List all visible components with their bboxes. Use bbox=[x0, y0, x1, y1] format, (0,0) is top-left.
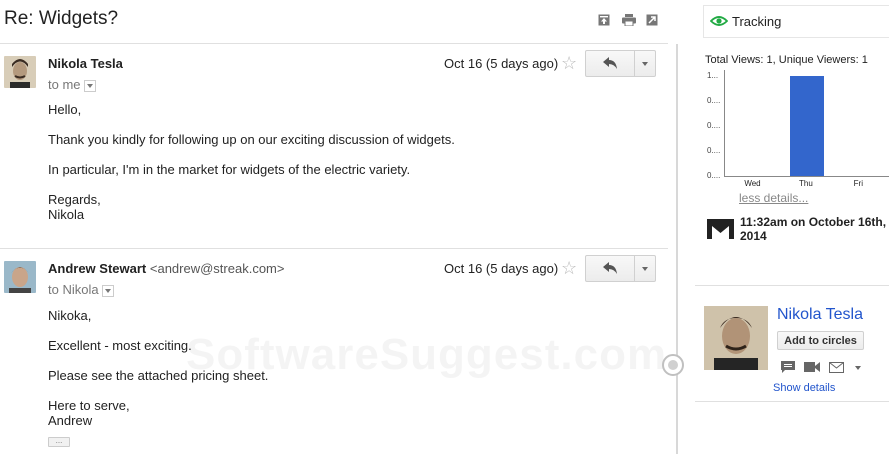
popout-icon[interactable] bbox=[646, 14, 658, 26]
eye-icon bbox=[710, 16, 728, 26]
avatar bbox=[4, 56, 36, 88]
add-to-circles-button[interactable]: Add to circles bbox=[777, 331, 864, 350]
recipient-line[interactable]: to Nikola bbox=[48, 282, 114, 297]
body-line: Andrew bbox=[48, 413, 93, 428]
body-line: Nikoka, bbox=[48, 308, 92, 323]
sender-line: Andrew Stewart <andrew@streak.com> bbox=[48, 261, 284, 276]
chart-bar bbox=[790, 76, 824, 176]
reply-separator bbox=[634, 256, 635, 281]
details-dropdown-icon[interactable] bbox=[101, 284, 114, 297]
y-tick-label: 0.... bbox=[707, 146, 721, 155]
message-date: Oct 16 (5 days ago) bbox=[444, 56, 559, 71]
chat-icon[interactable] bbox=[781, 361, 795, 373]
recipient-text: to me bbox=[48, 77, 81, 92]
x-tick-label: Thu bbox=[799, 179, 813, 188]
header-divider bbox=[0, 43, 668, 44]
body-line: Regards, bbox=[48, 192, 101, 207]
body-line: Here to serve, bbox=[48, 398, 130, 413]
print-icon[interactable] bbox=[622, 14, 636, 26]
reply-button[interactable] bbox=[585, 255, 656, 282]
gmail-icon bbox=[707, 219, 734, 239]
reply-button[interactable] bbox=[585, 50, 656, 77]
reply-icon bbox=[603, 57, 617, 69]
details-dropdown-icon[interactable] bbox=[83, 79, 96, 92]
tracking-tab[interactable] bbox=[703, 5, 889, 38]
open-timestamp: 11:32am on October 16th, 2014 bbox=[740, 215, 887, 243]
show-details-link[interactable]: Show details bbox=[773, 382, 835, 394]
message-divider bbox=[0, 248, 668, 249]
panel-resize-handle[interactable] bbox=[662, 354, 684, 376]
body-line: Thank you kindly for following up on our… bbox=[48, 132, 455, 147]
avatar bbox=[4, 261, 36, 293]
contact-photo bbox=[704, 306, 768, 370]
show-trimmed-content-button[interactable]: ... bbox=[48, 437, 70, 447]
recipient-text: to Nikola bbox=[48, 282, 99, 297]
chevron-down-icon[interactable] bbox=[642, 62, 648, 66]
contact-name[interactable]: Nikola Tesla bbox=[777, 306, 863, 324]
tracking-label: Tracking bbox=[732, 14, 782, 29]
body-line: In particular, I'm in the market for wid… bbox=[48, 162, 411, 177]
recipient-line[interactable]: to me bbox=[48, 77, 96, 92]
reply-separator bbox=[634, 51, 635, 76]
sender-name: Nikola Tesla bbox=[48, 56, 123, 71]
sender-name: Andrew Stewart bbox=[48, 261, 147, 276]
video-icon[interactable] bbox=[804, 361, 820, 373]
y-tick-label: 0.... bbox=[707, 171, 721, 180]
mail-icon[interactable] bbox=[829, 362, 844, 373]
email-subject: Re: Widgets? bbox=[4, 8, 119, 29]
archive-up-icon[interactable] bbox=[598, 14, 610, 26]
message-date: Oct 16 (5 days ago) bbox=[444, 261, 559, 276]
star-icon[interactable]: ☆ bbox=[561, 258, 577, 279]
y-tick-label: 0.... bbox=[707, 121, 721, 130]
y-axis bbox=[724, 70, 725, 177]
panel-divider bbox=[695, 285, 889, 286]
x-tick-label: Fri bbox=[853, 179, 863, 188]
y-tick-label: 1... bbox=[707, 71, 719, 80]
y-tick-label: 0.... bbox=[707, 96, 721, 105]
chevron-down-icon[interactable] bbox=[642, 267, 648, 271]
chevron-down-icon[interactable] bbox=[855, 366, 861, 370]
body-line: Hello, bbox=[48, 102, 82, 117]
x-tick-label: Wed bbox=[744, 179, 761, 188]
less-details-link[interactable]: less details... bbox=[739, 191, 808, 205]
panel-divider bbox=[695, 401, 889, 402]
x-axis bbox=[724, 176, 889, 177]
body-line: Nikola bbox=[48, 207, 85, 222]
watermark: SoftwareSuggest.com bbox=[186, 330, 667, 380]
sender-email: <andrew@streak.com> bbox=[149, 261, 285, 276]
star-icon[interactable]: ☆ bbox=[561, 53, 577, 74]
body-line: Excellent - most exciting. bbox=[48, 338, 192, 353]
chart-title: Total Views: 1, Unique Viewers: 1 bbox=[705, 54, 868, 66]
panel-divider bbox=[676, 44, 678, 454]
reply-icon bbox=[603, 262, 617, 274]
